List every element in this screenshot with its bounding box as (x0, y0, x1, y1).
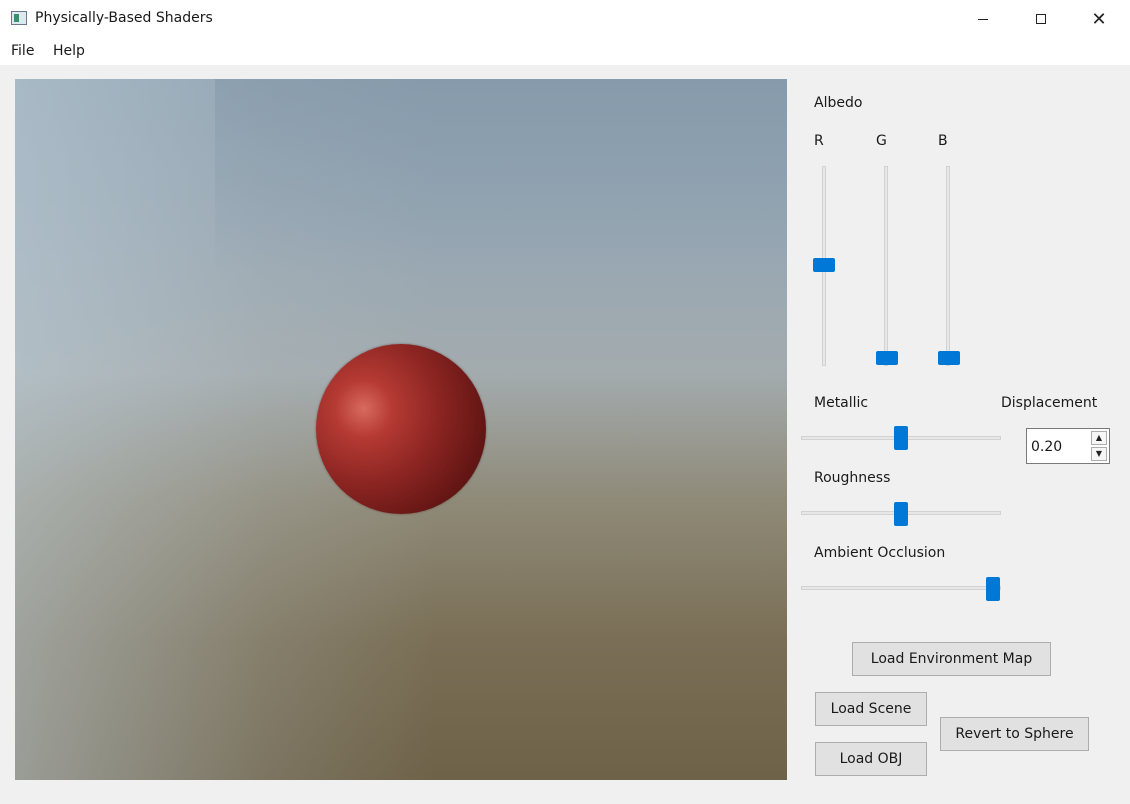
ambient-occlusion-slider-thumb[interactable] (986, 577, 1000, 601)
spin-down-button[interactable]: ▼ (1091, 447, 1107, 461)
load-obj-button[interactable]: Load OBJ (815, 742, 927, 776)
maximize-button[interactable] (1012, 0, 1070, 38)
minimize-icon (978, 18, 988, 20)
minimize-button[interactable] (954, 0, 1012, 38)
chevron-down-icon: ▼ (1095, 449, 1103, 458)
ambient-occlusion-slider-track[interactable] (801, 586, 1001, 590)
menu-bar: File Help (0, 38, 1130, 65)
roughness-label: Roughness (814, 470, 891, 486)
roughness-slider-thumb[interactable] (894, 502, 908, 526)
albedo-b-label: B (938, 133, 948, 149)
displacement-value[interactable]: 0.20 (1031, 439, 1062, 455)
albedo-g-slider-track[interactable] (884, 166, 888, 366)
app-icon (11, 11, 27, 25)
load-scene-button[interactable]: Load Scene (815, 692, 927, 726)
rendered-sphere (316, 344, 486, 514)
displacement-label: Displacement (1001, 395, 1098, 411)
menu-file[interactable]: File (11, 43, 34, 59)
ambient-occlusion-label: Ambient Occlusion (814, 545, 946, 561)
metallic-label: Metallic (814, 395, 869, 411)
revert-to-sphere-button[interactable]: Revert to Sphere (940, 717, 1089, 751)
albedo-g-slider-thumb[interactable] (876, 351, 898, 365)
albedo-b-slider-thumb[interactable] (938, 351, 960, 365)
albedo-r-label: R (814, 133, 824, 149)
render-viewport[interactable] (15, 79, 787, 780)
close-icon: ✕ (1091, 8, 1107, 30)
albedo-r-slider-thumb[interactable] (813, 258, 835, 272)
albedo-label: Albedo (814, 95, 863, 111)
albedo-g-label: G (876, 133, 887, 149)
menu-help[interactable]: Help (53, 43, 85, 59)
chevron-up-icon: ▲ (1095, 433, 1103, 442)
maximize-icon (1036, 14, 1046, 24)
metallic-slider-thumb[interactable] (894, 426, 908, 450)
load-environment-map-button[interactable]: Load Environment Map (852, 642, 1051, 676)
spin-up-button[interactable]: ▲ (1091, 431, 1107, 445)
title-bar: Physically-Based Shaders ✕ (0, 0, 1130, 38)
environment-sky (215, 79, 787, 279)
window-title: Physically-Based Shaders (35, 10, 213, 26)
close-button[interactable]: ✕ (1070, 0, 1128, 38)
albedo-b-slider-track[interactable] (946, 166, 950, 366)
displacement-spinbox[interactable]: 0.20 ▲ ▼ (1026, 428, 1110, 464)
